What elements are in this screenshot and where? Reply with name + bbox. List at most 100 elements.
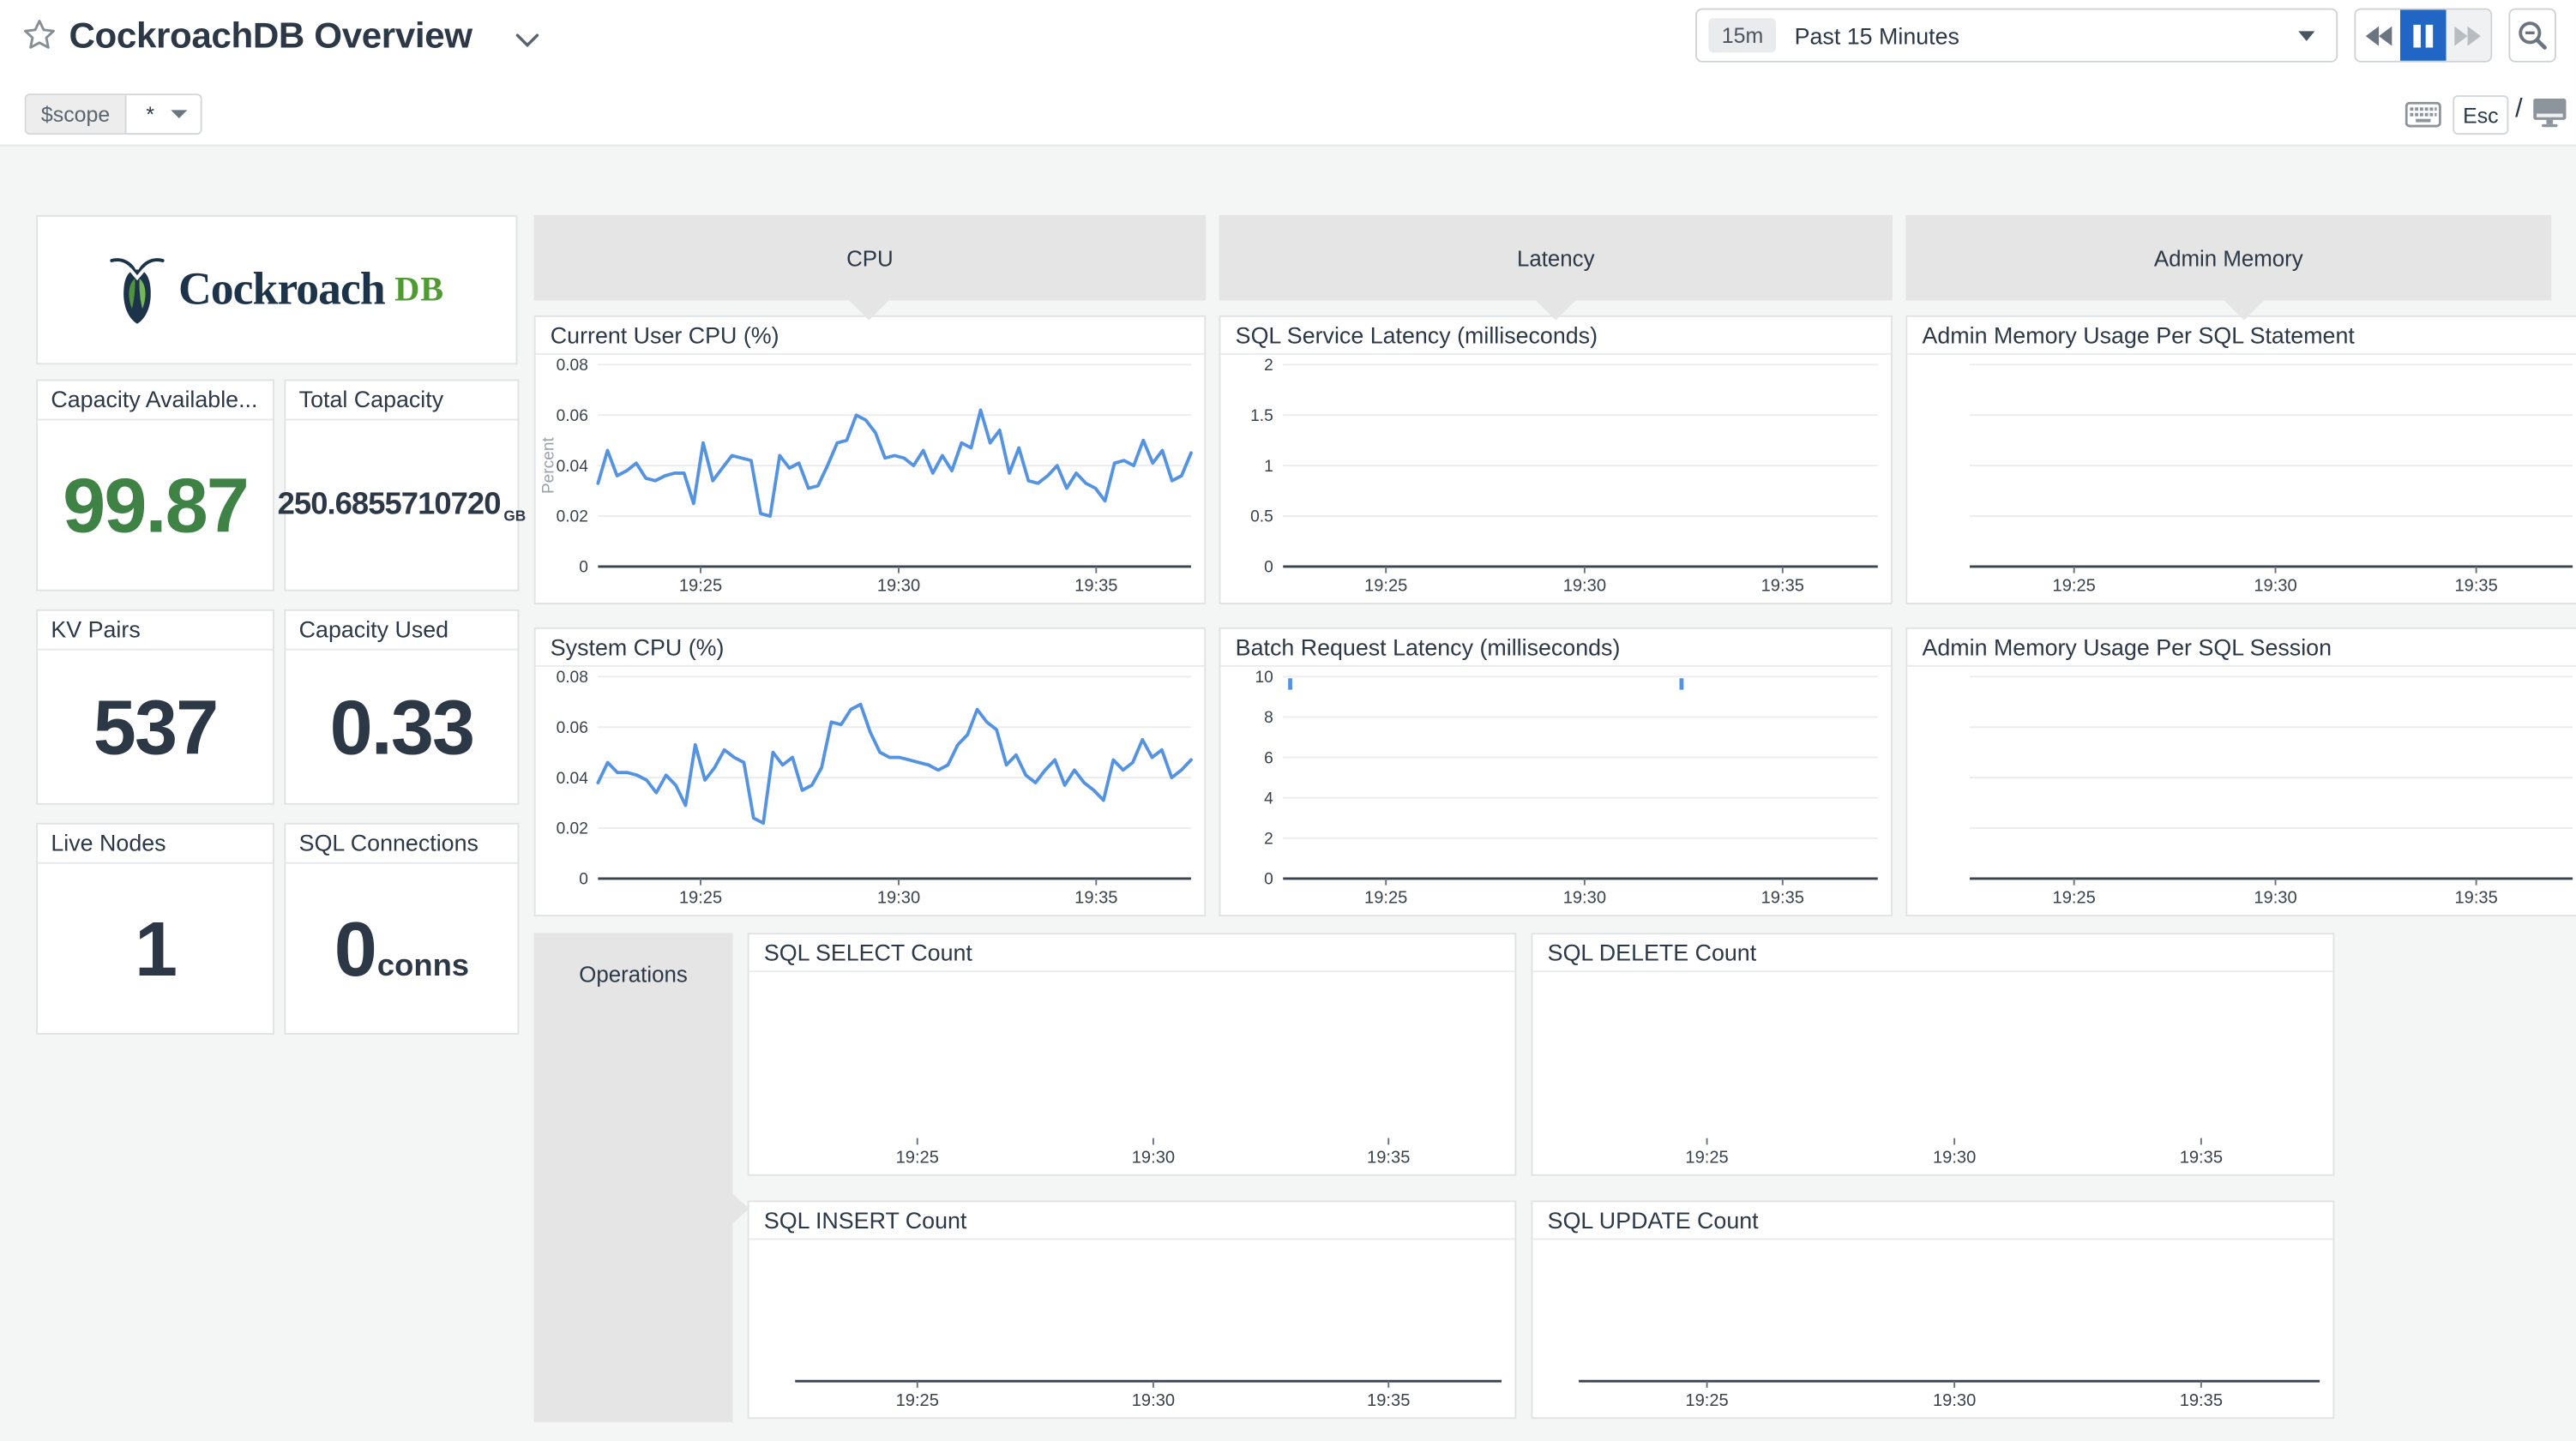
template-variable-scope[interactable]: $scope *: [25, 93, 202, 135]
svg-text:19:25: 19:25: [2053, 889, 2096, 908]
stat-label: Live Nodes: [38, 825, 273, 864]
scope-variable-name: $scope: [27, 95, 127, 133]
svg-text:19:25: 19:25: [679, 577, 722, 596]
chart-current-user-cpu[interactable]: 0.080.060.040.02019:2519:3019:35Percent: [536, 355, 1205, 603]
slash-separator: /: [2515, 95, 2523, 124]
svg-text:19:30: 19:30: [1132, 1391, 1175, 1410]
svg-text:19:30: 19:30: [1132, 1148, 1175, 1167]
group-header-operations[interactable]: Operations: [534, 933, 733, 1422]
svg-text:19:25: 19:25: [896, 1148, 939, 1167]
svg-text:0: 0: [579, 871, 588, 889]
group-pointer-cpu: [849, 301, 888, 321]
stat-label: Capacity Used: [286, 611, 517, 651]
stat-label: Total Capacity: [286, 381, 517, 420]
svg-text:19:30: 19:30: [1933, 1148, 1976, 1167]
chart-card-sql-insert-count: SQL INSERT Count 19:2519:3019:35: [748, 1200, 1517, 1419]
svg-text:19:25: 19:25: [896, 1391, 939, 1410]
svg-text:19:30: 19:30: [1563, 889, 1606, 908]
svg-text:2: 2: [1264, 357, 1273, 375]
time-range-badge: 15m: [1708, 18, 1776, 52]
chart-title: SQL UPDATE Count: [1532, 1202, 2332, 1240]
time-range-picker[interactable]: 15m Past 15 Minutes: [1695, 9, 2338, 63]
stat-card-capacity-used: Capacity Used 0.33: [284, 609, 519, 805]
svg-text:0.02: 0.02: [557, 820, 588, 838]
chart-card-batch-request-latency: Batch Request Latency (milliseconds) 108…: [1219, 627, 1893, 916]
chart-admin-memory-session[interactable]: 19:2519:3019:35: [1907, 667, 2576, 915]
page-title[interactable]: CockroachDB Overview: [69, 11, 472, 60]
dashboard-canvas: CockroachDB Overview 15m Past 15 Minutes: [0, 0, 2576, 1441]
group-header-cpu[interactable]: CPU: [534, 215, 1207, 301]
rewind-button[interactable]: [2356, 9, 2400, 60]
svg-text:19:30: 19:30: [1563, 577, 1606, 596]
chart-card-system-cpu: System CPU (%) 0.080.060.040.02019:2519:…: [534, 627, 1207, 916]
chart-sql-select-count[interactable]: 19:2519:3019:35: [749, 972, 1515, 1174]
stat-value: 99.87: [63, 459, 248, 549]
chart-card-sql-service-latency: SQL Service Latency (milliseconds) 2 1.5 1…: [1219, 315, 1893, 604]
cockroachdb-logo: Cockroach DB: [110, 254, 445, 326]
group-header-latency[interactable]: Latency: [1219, 215, 1893, 301]
svg-text:19:35: 19:35: [1367, 1391, 1410, 1410]
group-pointer-latency: [1536, 301, 1575, 321]
cockroach-bug-icon: [110, 254, 164, 326]
pause-button[interactable]: [2401, 9, 2446, 60]
dashboard-page: CockroachDB Overview 15m Past 15 Minutes: [0, 0, 2576, 1441]
chart-sql-delete-count[interactable]: 19:2519:3019:35: [1532, 972, 2332, 1174]
stat-label: SQL Connections: [286, 825, 517, 864]
chevron-down-icon[interactable]: [516, 28, 539, 45]
logo-wordmark: Cockroach: [178, 263, 385, 315]
group-pointer-operations: [732, 1194, 749, 1223]
chart-batch-request-latency[interactable]: 108642019:2519:3019:35: [1220, 667, 1891, 915]
svg-text:0: 0: [1264, 871, 1273, 889]
chart-card-admin-memory-session: Admin Memory Usage Per SQL Session 19:25…: [1905, 627, 2576, 916]
svg-text:0.08: 0.08: [557, 357, 588, 375]
stat-card-total-capacity: Total Capacity 250.6855710720GB: [284, 380, 519, 591]
chart-system-cpu[interactable]: 0.080.060.040.02019:2519:3019:35: [536, 667, 1205, 915]
svg-text:4: 4: [1264, 790, 1273, 808]
chart-title: Admin Memory Usage Per SQL Statement: [1907, 317, 2576, 355]
keyboard-icon: [2405, 102, 2441, 129]
logo-db-suffix: DB: [394, 269, 444, 310]
chart-admin-memory-statement[interactable]: 19:2519:3019:35: [1907, 355, 2576, 603]
stat-value: 0: [334, 904, 376, 994]
svg-text:19:35: 19:35: [1074, 577, 1117, 596]
zoom-out-button[interactable]: [2508, 9, 2556, 63]
svg-text:0: 0: [579, 559, 588, 577]
chart-title: Admin Memory Usage Per SQL Session: [1907, 629, 2576, 667]
scope-value-text: *: [146, 102, 154, 127]
svg-text:0.06: 0.06: [557, 407, 588, 425]
top-bar: CockroachDB Overview 15m Past 15 Minutes: [0, 0, 2576, 147]
chart-sql-update-count[interactable]: 19:2519:3019:35: [1532, 1240, 2332, 1417]
time-range-label: Past 15 Minutes: [1795, 22, 1959, 49]
svg-text:19:25: 19:25: [1364, 889, 1407, 908]
svg-text:19:30: 19:30: [1933, 1391, 1976, 1410]
scope-variable-value: *: [126, 95, 200, 133]
caret-down-icon: [2298, 31, 2314, 40]
caret-down-icon: [171, 110, 187, 118]
svg-text:19:25: 19:25: [1685, 1391, 1728, 1410]
favorite-star-icon[interactable]: [23, 18, 56, 51]
svg-text:19:35: 19:35: [1074, 889, 1117, 908]
svg-text:19:30: 19:30: [877, 889, 920, 908]
stat-value: 1: [135, 904, 176, 994]
stat-value: 0.33: [330, 681, 474, 772]
chart-title: SQL Service Latency (milliseconds): [1220, 317, 1891, 355]
svg-text:19:35: 19:35: [1761, 889, 1804, 908]
chart-card-sql-select-count: SQL SELECT Count 19:2519:3019:35: [748, 933, 1517, 1176]
svg-text:0.04: 0.04: [557, 770, 589, 788]
stat-card-capacity-available: Capacity Available... 99.87: [36, 380, 274, 591]
svg-text:19:30: 19:30: [2254, 577, 2296, 596]
svg-text:1.5: 1.5: [1250, 407, 1273, 425]
svg-text:19:35: 19:35: [1761, 577, 1804, 596]
group-header-admin-memory[interactable]: Admin Memory: [1905, 215, 2551, 301]
svg-text:19:25: 19:25: [2053, 577, 2096, 596]
chart-sql-service-latency[interactable]: 21.510.5019:2519:3019:35: [1220, 355, 1891, 603]
chart-card-sql-delete-count: SQL DELETE Count 19:2519:3019:35: [1532, 933, 2335, 1176]
svg-text:19:35: 19:35: [2180, 1148, 2223, 1167]
svg-text:19:30: 19:30: [2254, 889, 2296, 908]
fast-forward-button[interactable]: [2446, 9, 2490, 60]
chart-sql-insert-count[interactable]: 19:25 19:30 19:35: [749, 1240, 1515, 1417]
svg-text:2: 2: [1264, 831, 1273, 849]
group-pointer-admin-memory: [2224, 301, 2264, 321]
stat-value: 537: [93, 681, 217, 772]
svg-text:0.04: 0.04: [557, 458, 589, 476]
